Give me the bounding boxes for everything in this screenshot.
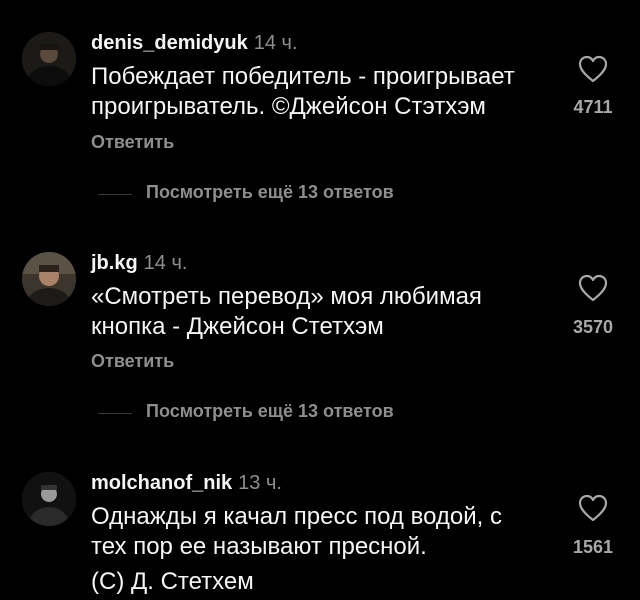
comment-header: denis_demidyuk 14 ч. [91, 32, 298, 55]
divider [98, 194, 132, 195]
reply-button[interactable]: Ответить [91, 132, 174, 153]
avatar[interactable] [22, 472, 76, 526]
username[interactable]: denis_demidyuk [91, 32, 248, 54]
comment-text-line: проигрыватель. ©Джейсон Стэтхэм [91, 93, 486, 120]
heart-icon[interactable] [578, 494, 608, 522]
username[interactable]: jb.kg [91, 252, 138, 274]
comment-text-line: Однажды я качал пресс под водой, с [91, 503, 502, 530]
comment-header: jb.kg 14 ч. [91, 252, 187, 275]
avatar-photo [22, 32, 76, 86]
comment-header: molchanof_nik 13 ч. [91, 472, 282, 495]
comment-text-line: (С) Д. Стетхем [91, 568, 254, 595]
comment-text: «Смотреть перевод» моя любимая кнопка - … [91, 282, 551, 342]
timestamp: 14 ч. [143, 252, 188, 274]
avatar[interactable] [22, 32, 76, 86]
comment-text-line: кнопка - Джейсон Стетхэм [91, 313, 384, 340]
view-more-replies-button[interactable]: Посмотреть ещё 13 ответов [0, 182, 640, 206]
username[interactable]: molchanof_nik [91, 472, 232, 494]
like-count: 3570 [572, 317, 614, 337]
like-count: 1561 [572, 537, 614, 557]
view-more-replies-label: Посмотреть ещё 13 ответов [146, 401, 394, 421]
view-more-replies-label: Посмотреть ещё 13 ответов [146, 182, 394, 202]
heart-icon[interactable] [578, 55, 608, 83]
timestamp: 13 ч. [238, 472, 282, 494]
comment-text-line: «Смотреть перевод» моя любимая [91, 283, 482, 310]
timestamp: 14 ч. [253, 32, 298, 54]
avatar[interactable] [22, 252, 76, 306]
divider [98, 413, 132, 414]
avatar-photo [22, 252, 76, 306]
comment-text-line: тех пор ее называют пресной. [91, 533, 427, 560]
avatar-photo [22, 472, 76, 526]
heart-icon[interactable] [578, 274, 608, 302]
comment-text: Однажды я качал пресс под водой, с тех п… [91, 502, 551, 597]
comment-text: Побеждает победитель - проигрывает проиг… [91, 62, 551, 122]
comment-text-line: Побеждает победитель - проигрывает [91, 63, 515, 90]
reply-button[interactable]: Ответить [91, 351, 174, 372]
like-count: 4711 [573, 97, 613, 117]
view-more-replies-button[interactable]: Посмотреть ещё 13 ответов [0, 401, 640, 425]
